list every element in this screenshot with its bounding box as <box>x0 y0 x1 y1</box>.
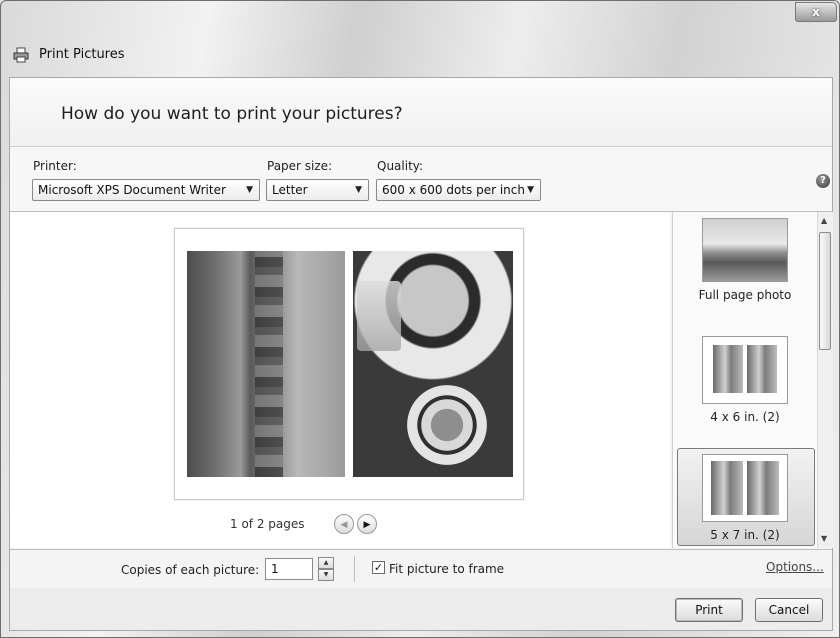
preview-page <box>174 228 524 500</box>
header-band: How do you want to print your pictures? <box>10 78 832 147</box>
copies-input[interactable]: 1 <box>265 558 313 580</box>
chevron-down-icon: ▼ <box>355 185 362 195</box>
printer-label: Printer: <box>33 159 77 173</box>
dialog-footer: Print Cancel <box>10 588 832 630</box>
close-button[interactable]: x <box>795 2 837 22</box>
scroll-up-icon[interactable]: ▲ <box>821 216 827 225</box>
paper-size-label: Paper size: <box>267 159 333 173</box>
next-page-button[interactable]: ▶ <box>357 514 377 534</box>
scroll-down-icon[interactable]: ▼ <box>821 534 827 543</box>
layout-list: Full page photo 4 x 6 in. (2) 5 x 7 in. … <box>672 212 817 548</box>
layout-item-4x6[interactable]: 4 x 6 in. (2) <box>677 336 813 424</box>
decrement-icon[interactable]: ▼ <box>318 569 334 581</box>
paper-size-select-value: Letter <box>272 183 308 197</box>
layout-scrollbar[interactable]: ▲ ▼ <box>817 212 833 548</box>
thumbnail-photo <box>747 461 779 515</box>
page-title: How do you want to print your pictures? <box>61 104 403 124</box>
chevron-down-icon: ▼ <box>527 185 534 195</box>
layout-item-full-page[interactable]: Full page photo <box>677 218 813 302</box>
quality-select-value: 600 x 600 dots per inch <box>382 183 525 197</box>
page-count: 1 of 2 pages <box>230 517 305 531</box>
layout-label: 4 x 6 in. (2) <box>710 410 780 424</box>
preview-photo-1 <box>187 251 345 477</box>
previous-page-button[interactable]: ◀ <box>334 514 354 534</box>
quality-label: Quality: <box>377 159 424 173</box>
printer-select[interactable]: Microsoft XPS Document Writer ▼ <box>32 179 260 201</box>
layout-item-5x7[interactable]: 5 x 7 in. (2) <box>677 454 813 542</box>
layout-thumbnail <box>702 218 788 282</box>
thumbnail-photo <box>713 345 743 393</box>
printer-icon <box>13 47 29 63</box>
print-settings-row: Printer: Microsoft XPS Document Writer ▼… <box>10 147 832 212</box>
quality-select[interactable]: 600 x 600 dots per inch ▼ <box>376 179 541 201</box>
layout-label: 5 x 7 in. (2) <box>710 528 780 542</box>
options-link[interactable]: Options... <box>766 560 824 574</box>
fit-picture-checkbox[interactable]: ✓ <box>372 561 385 574</box>
preview-photo-2 <box>353 251 513 477</box>
layout-thumbnail <box>702 454 788 522</box>
copies-stepper[interactable]: ▲ ▼ <box>318 557 334 581</box>
copies-label: Copies of each picture: <box>121 563 260 577</box>
copies-row: Copies of each picture: 1 ▲ ▼ ✓ Fit pict… <box>10 549 832 589</box>
increment-icon[interactable]: ▲ <box>318 557 334 569</box>
layout-thumbnail <box>702 336 788 404</box>
print-pictures-window: Print Pictures x How do you want to prin… <box>0 0 840 638</box>
print-button[interactable]: Print <box>675 598 743 622</box>
help-icon[interactable]: ? <box>816 174 830 188</box>
cancel-button[interactable]: Cancel <box>755 598 823 622</box>
thumbnail-photo <box>747 345 777 393</box>
chevron-down-icon: ▼ <box>246 185 253 195</box>
window-title: Print Pictures <box>39 47 125 62</box>
divider <box>354 556 355 582</box>
dialog-body: How do you want to print your pictures? … <box>9 77 833 631</box>
layout-label: Full page photo <box>698 288 792 302</box>
fit-picture-label[interactable]: Fit picture to frame <box>389 562 504 576</box>
printer-select-value: Microsoft XPS Document Writer <box>38 183 226 197</box>
print-preview: 1 of 2 pages ◀ ▶ <box>10 212 670 548</box>
paper-size-select[interactable]: Letter ▼ <box>266 179 369 201</box>
thumbnail-photo <box>711 461 743 515</box>
title-bar: Print Pictures x <box>1 1 839 77</box>
scroll-thumb[interactable] <box>819 232 831 350</box>
